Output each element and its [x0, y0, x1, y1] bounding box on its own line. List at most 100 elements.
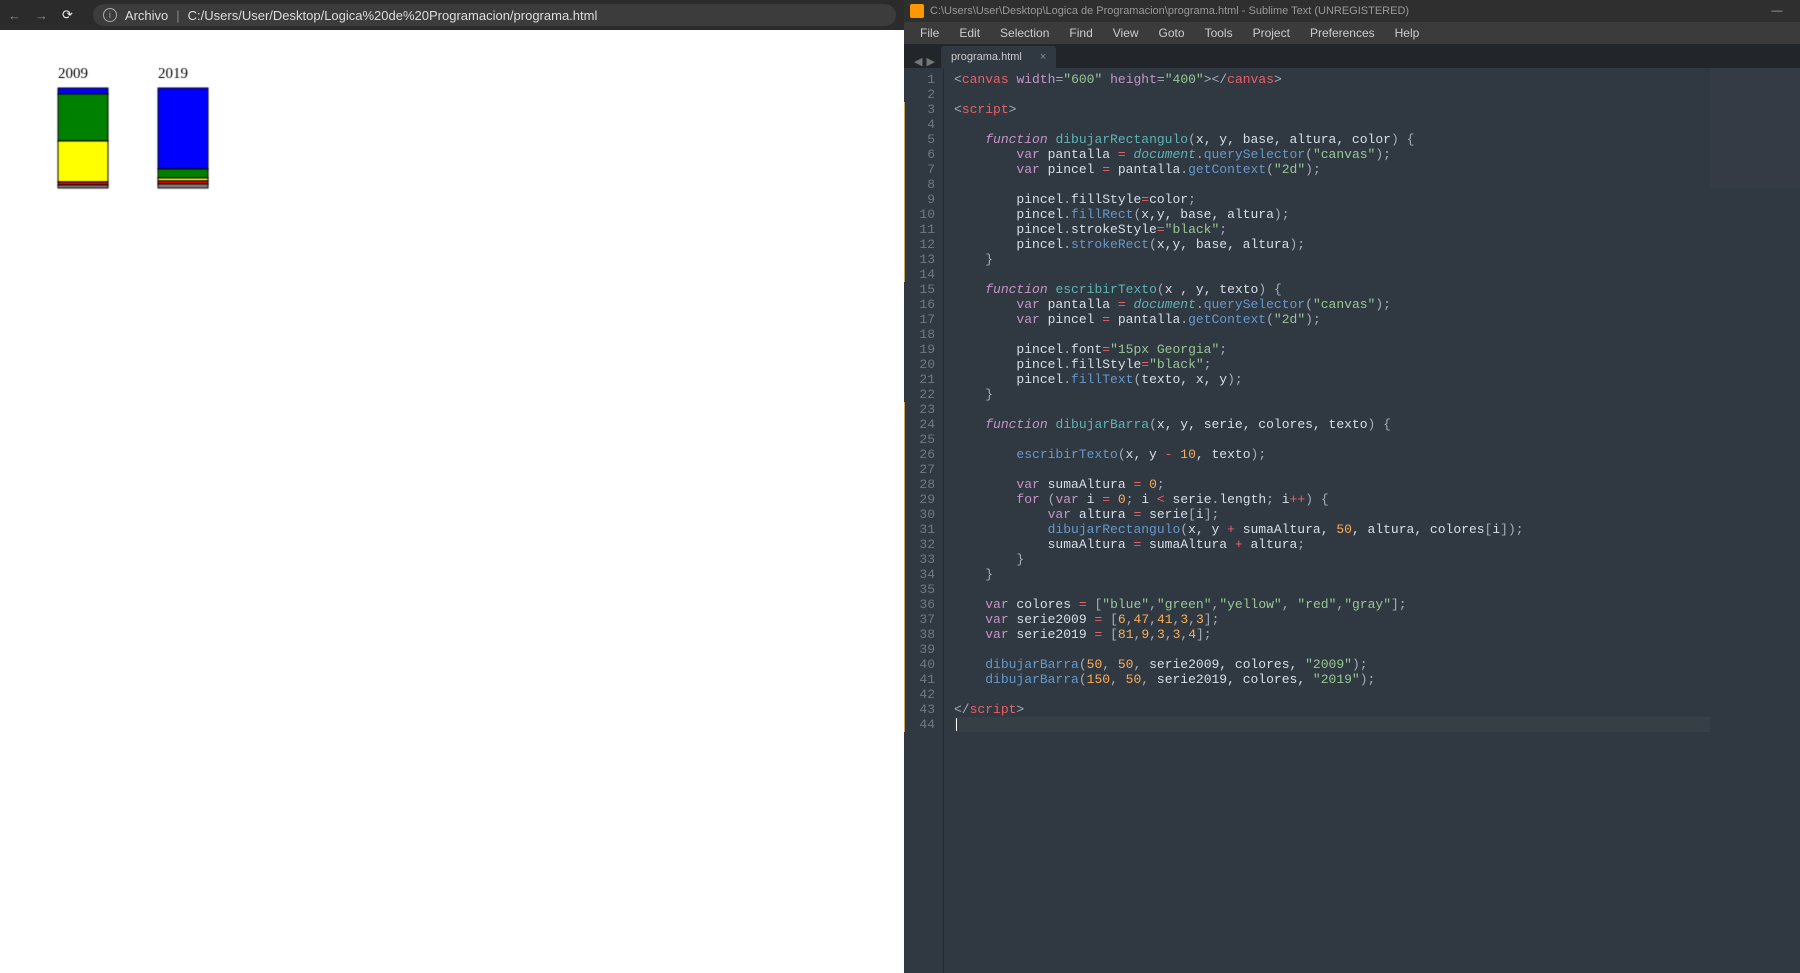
line-number: 12 [904, 237, 935, 252]
code-line[interactable]: var altura = serie[i]; [954, 507, 1710, 522]
code-area[interactable]: <canvas width="600" height="400"></canva… [944, 68, 1710, 973]
code-line[interactable]: for (var i = 0; i < serie.length; i++) { [954, 492, 1710, 507]
reload-icon[interactable]: ⟳ [62, 7, 73, 23]
code-line[interactable]: var serie2009 = [6,47,41,3,3]; [954, 612, 1710, 627]
menu-selection[interactable]: Selection [990, 26, 1059, 40]
minimap-viewport[interactable] [1710, 68, 1800, 188]
line-number: 33 [904, 552, 935, 567]
menu-project[interactable]: Project [1243, 26, 1300, 40]
tab-next-icon[interactable]: ▶ [926, 55, 934, 68]
menu-bar: FileEditSelectionFindViewGotoToolsProjec… [904, 22, 1800, 44]
code-line[interactable]: } [954, 567, 1710, 582]
line-number: 38 [904, 627, 935, 642]
code-line[interactable] [954, 687, 1710, 702]
code-line[interactable]: escribirTexto(x, y - 10, texto); [954, 447, 1710, 462]
code-line[interactable]: var sumaAltura = 0; [954, 477, 1710, 492]
code-line[interactable]: var pincel = pantalla.getContext("2d"); [954, 312, 1710, 327]
code-line[interactable]: pincel.fillText(texto, x, y); [954, 372, 1710, 387]
line-number: 27 [904, 462, 935, 477]
code-line[interactable]: sumaAltura = sumaAltura + altura; [954, 537, 1710, 552]
menu-help[interactable]: Help [1385, 26, 1430, 40]
gutter: 1234567891011121314151617181920212223242… [904, 68, 944, 973]
line-number: 43 [904, 702, 935, 717]
back-icon[interactable]: ← [8, 8, 21, 23]
code-line[interactable]: pincel.strokeStyle="black"; [954, 222, 1710, 237]
code-line[interactable] [954, 87, 1710, 102]
code-line[interactable]: dibujarBarra(150, 50, serie2019, colores… [954, 672, 1710, 687]
menu-view[interactable]: View [1103, 26, 1149, 40]
code-line[interactable]: pincel.fillStyle="black"; [954, 357, 1710, 372]
code-line[interactable]: } [954, 552, 1710, 567]
code-line[interactable]: pincel.fillStyle=color; [954, 192, 1710, 207]
line-number: 3 [904, 102, 935, 117]
line-number: 2 [904, 87, 935, 102]
tab-label: programa.html [951, 51, 1022, 63]
tab-programa[interactable]: programa.html × [941, 46, 1056, 68]
code-line[interactable] [954, 402, 1710, 417]
code-line[interactable]: function escribirTexto(x , y, texto) { [954, 282, 1710, 297]
code-line[interactable]: pincel.fillRect(x,y, base, altura); [954, 207, 1710, 222]
code-line[interactable] [954, 717, 1710, 732]
line-number: 6 [904, 147, 935, 162]
line-number: 11 [904, 222, 935, 237]
code-line[interactable] [954, 177, 1710, 192]
tab-prev-icon[interactable]: ◀ [914, 55, 922, 68]
code-line[interactable]: } [954, 387, 1710, 402]
menu-goto[interactable]: Goto [1149, 26, 1195, 40]
close-icon[interactable]: × [1040, 51, 1046, 63]
line-number: 35 [904, 582, 935, 597]
info-icon[interactable]: i [103, 8, 117, 22]
code-line[interactable] [954, 117, 1710, 132]
code-line[interactable] [954, 432, 1710, 447]
code-line[interactable]: var colores = ["blue","green","yellow", … [954, 597, 1710, 612]
minimize-icon[interactable]: — [1760, 5, 1794, 17]
code-line[interactable]: var pantalla = document.querySelector("c… [954, 147, 1710, 162]
code-line[interactable]: <canvas width="600" height="400"></canva… [954, 72, 1710, 87]
line-number: 41 [904, 672, 935, 687]
menu-file[interactable]: File [910, 26, 949, 40]
address-bar[interactable]: i Archivo | C:/Users/User/Desktop/Logica… [93, 4, 896, 26]
line-number: 7 [904, 162, 935, 177]
code-line[interactable] [954, 327, 1710, 342]
code-line[interactable]: var pincel = pantalla.getContext("2d"); [954, 162, 1710, 177]
line-number: 18 [904, 327, 935, 342]
editor-window: C:\Users\User\Desktop\Logica de Programa… [904, 0, 1800, 973]
line-number: 44 [904, 717, 935, 732]
code-line[interactable]: <script> [954, 102, 1710, 117]
minimap[interactable] [1710, 68, 1800, 973]
code-line[interactable]: dibujarRectangulo(x, y + sumaAltura, 50,… [954, 522, 1710, 537]
code-line[interactable]: </script> [954, 702, 1710, 717]
line-number: 10 [904, 207, 935, 222]
code-line[interactable]: var pantalla = document.querySelector("c… [954, 297, 1710, 312]
code-line[interactable]: pincel.font="15px Georgia"; [954, 342, 1710, 357]
line-number: 1 [904, 72, 935, 87]
code-line[interactable] [954, 582, 1710, 597]
code-line[interactable] [954, 642, 1710, 657]
line-number: 29 [904, 492, 935, 507]
code-line[interactable]: pincel.strokeRect(x,y, base, altura); [954, 237, 1710, 252]
menu-tools[interactable]: Tools [1195, 26, 1243, 40]
menu-preferences[interactable]: Preferences [1300, 26, 1385, 40]
line-number: 32 [904, 537, 935, 552]
menu-find[interactable]: Find [1059, 26, 1102, 40]
code-line[interactable] [954, 267, 1710, 282]
editor-body[interactable]: 1234567891011121314151617181920212223242… [904, 68, 1800, 973]
forward-icon[interactable]: → [35, 8, 48, 23]
code-line[interactable]: } [954, 252, 1710, 267]
line-number: 31 [904, 522, 935, 537]
code-line[interactable]: function dibujarRectangulo(x, y, base, a… [954, 132, 1710, 147]
line-number: 14 [904, 267, 935, 282]
line-number: 40 [904, 657, 935, 672]
line-number: 22 [904, 387, 935, 402]
tab-nav: ◀ ▶ [908, 55, 941, 68]
code-line[interactable]: function dibujarBarra(x, y, serie, color… [954, 417, 1710, 432]
line-number: 8 [904, 177, 935, 192]
code-line[interactable]: dibujarBarra(50, 50, serie2009, colores,… [954, 657, 1710, 672]
menu-edit[interactable]: Edit [949, 26, 990, 40]
code-line[interactable]: var serie2019 = [81,9,3,3,4]; [954, 627, 1710, 642]
line-number: 13 [904, 252, 935, 267]
line-number: 37 [904, 612, 935, 627]
line-number: 36 [904, 597, 935, 612]
line-number: 34 [904, 567, 935, 582]
code-line[interactable] [954, 462, 1710, 477]
